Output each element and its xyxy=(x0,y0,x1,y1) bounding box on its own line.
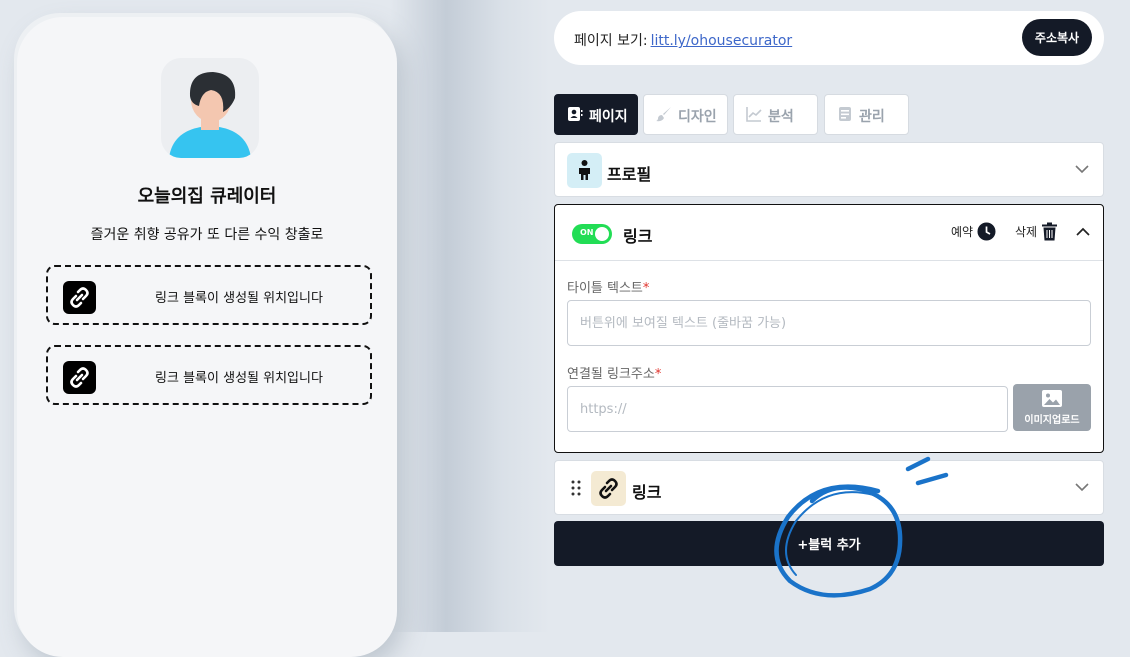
link-block-placeholder[interactable]: 링크 블록이 생성될 위치입니다 xyxy=(46,265,372,325)
section-link-editor: ON 링크 예약 삭제 타이틀 텍스트* 연결될 링크주소* 이미지업로드 xyxy=(554,204,1104,453)
link-block-placeholder-label: 링크 블록이 생성될 위치입니다 xyxy=(155,371,323,386)
link-icon xyxy=(63,361,96,394)
chevron-down-icon[interactable] xyxy=(1075,482,1089,492)
link-enabled-toggle[interactable]: ON xyxy=(572,224,612,244)
person-icon xyxy=(567,153,602,188)
section-profile-title: 프로필 xyxy=(607,165,652,184)
toggle-on-label: ON xyxy=(580,228,594,237)
profile-name: 오늘의집 큐레이터 xyxy=(137,186,277,207)
title-text-input[interactable] xyxy=(567,300,1091,346)
section-profile[interactable]: 프로필 xyxy=(554,142,1104,197)
manage-icon xyxy=(839,107,851,121)
chevron-down-icon[interactable] xyxy=(1075,164,1089,174)
copy-address-button[interactable]: 주소복사 xyxy=(1022,19,1092,56)
trash-icon[interactable] xyxy=(1041,222,1058,241)
page-url-label: 페이지 보기: litt.ly/ohousecurator xyxy=(574,30,792,50)
section-divider xyxy=(555,260,1103,261)
tab-manage[interactable]: 관리 xyxy=(824,94,909,135)
drag-handle-icon[interactable] xyxy=(570,479,582,497)
section-link-title: 링크 xyxy=(623,227,653,246)
page-url-link[interactable]: litt.ly/ohousecurator xyxy=(651,33,793,49)
schedule-label: 예약 xyxy=(951,225,974,239)
tab-analytics-label: 분석 xyxy=(768,109,794,125)
image-icon xyxy=(1042,390,1062,407)
tab-page-label: 페이지 xyxy=(589,109,628,125)
image-upload-label: 이미지업로드 xyxy=(1024,415,1080,426)
link-url-label: 연결될 링크주소* xyxy=(567,367,662,382)
page-url-prefix: 페이지 보기: xyxy=(574,33,648,49)
section-link-collapsed-title: 링크 xyxy=(632,483,662,502)
title-text-label: 타이틀 텍스트* xyxy=(567,281,650,296)
image-upload-button[interactable]: 이미지업로드 xyxy=(1013,384,1091,431)
section-link[interactable]: 링크 xyxy=(554,460,1104,515)
add-block-button[interactable]: +블럭 추가 xyxy=(554,521,1104,566)
tab-design[interactable]: 디자인 xyxy=(643,94,728,135)
toggle-knob xyxy=(595,227,609,241)
page-url-bar: 페이지 보기: litt.ly/ohousecurator 주소복사 xyxy=(554,11,1104,65)
chevron-up-icon[interactable] xyxy=(1076,227,1090,237)
tab-analytics[interactable]: 분석 xyxy=(733,94,818,135)
tab-design-label: 디자인 xyxy=(678,109,717,125)
brush-icon xyxy=(656,107,671,122)
link-block-placeholder[interactable]: 링크 블록이 생성될 위치입니다 xyxy=(46,345,372,405)
link-url-input[interactable] xyxy=(567,386,1008,432)
chart-icon xyxy=(746,107,762,122)
link-icon xyxy=(63,281,96,314)
mobile-preview: 오늘의집 큐레이터 즐거운 취향 공유가 또 다른 수익 창출로 링크 블록이 … xyxy=(17,17,397,657)
link-icon xyxy=(591,471,626,506)
tab-page[interactable]: 페이지 xyxy=(554,94,638,135)
clock-icon[interactable] xyxy=(977,222,996,241)
profile-avatar xyxy=(161,58,259,158)
delete-label: 삭제 xyxy=(1015,225,1038,239)
profile-bio: 즐거운 취향 공유가 또 다른 수익 창출로 xyxy=(90,227,324,243)
link-block-placeholder-label: 링크 블록이 생성될 위치입니다 xyxy=(155,291,323,306)
tab-manage-label: 관리 xyxy=(859,109,885,125)
page-icon xyxy=(568,107,583,121)
background-shadow xyxy=(390,0,550,632)
